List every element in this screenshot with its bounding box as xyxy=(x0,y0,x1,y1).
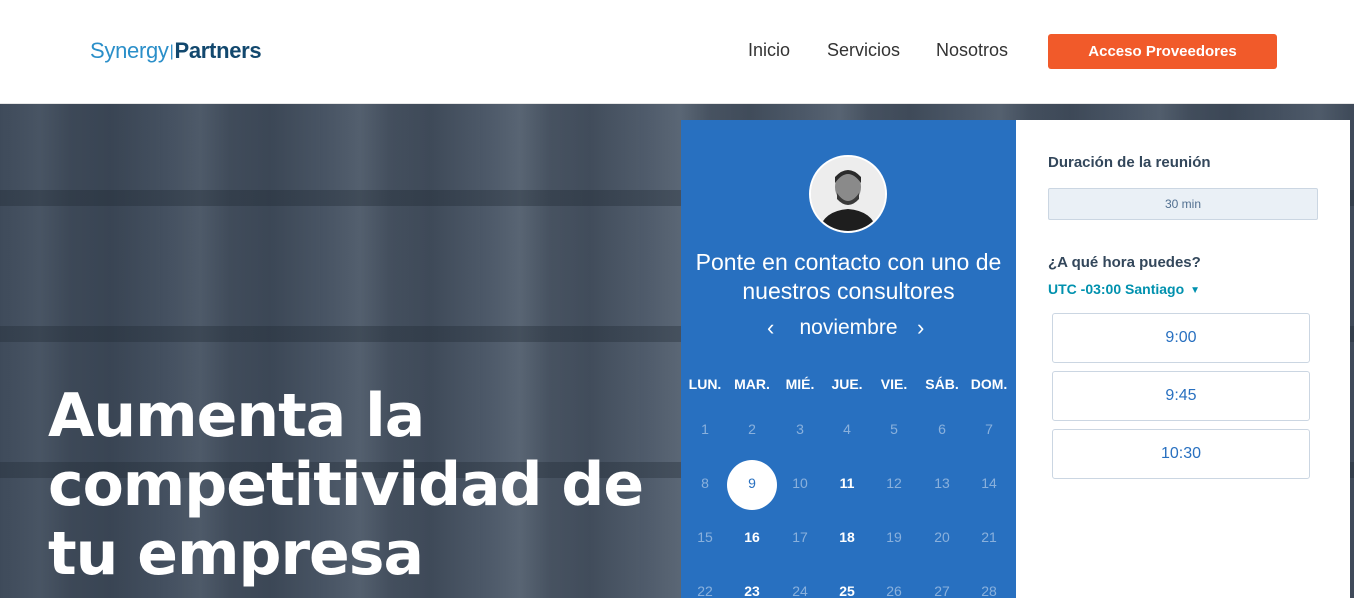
calendar-day-unavailable: 15 xyxy=(697,529,713,545)
calendar-day-unavailable: 26 xyxy=(886,583,902,598)
person-photo-icon xyxy=(811,157,885,231)
calendar-day-unavailable: 21 xyxy=(981,529,997,545)
calendar-day-unavailable: 2 xyxy=(748,421,756,437)
synergy-partners-logo[interactable]: Synergy|Partners xyxy=(90,38,262,64)
calendar-day-unavailable: 28 xyxy=(981,583,997,598)
time-selection-panel: Duración de la reunión 30 min ¿A qué hor… xyxy=(1016,120,1350,598)
nav-item-inicio[interactable]: Inicio xyxy=(748,40,790,61)
calendar-day-unavailable: 17 xyxy=(792,529,808,545)
calendar-day-available[interactable]: 18 xyxy=(824,529,870,545)
calendar-day-unavailable: 20 xyxy=(934,529,950,545)
weekday-label: VIE. xyxy=(880,376,908,392)
logo-text-synergy: Synergy xyxy=(90,38,169,63)
acceso-proveedores-button[interactable]: Acceso Proveedores xyxy=(1048,34,1277,69)
month-label: noviembre xyxy=(799,316,898,339)
weekday-label: MAR. xyxy=(734,376,770,392)
weekday-label: MIÉ. xyxy=(785,376,815,392)
calendar-panel: Ponte en contacto con uno de nuestros co… xyxy=(681,120,1016,598)
calendar-day-available[interactable]: 11 xyxy=(824,475,870,491)
time-slot-button[interactable]: 9:00 xyxy=(1052,313,1310,363)
duration-select[interactable]: 30 min xyxy=(1048,188,1318,220)
calendar-day-unavailable: 8 xyxy=(701,475,709,491)
weekday-label: JUE. xyxy=(831,376,863,392)
hero-title: Aumenta la competitividad de tu empresa xyxy=(48,381,644,589)
calendar-day-unavailable: 1 xyxy=(701,421,709,437)
calendar-day-unavailable: 5 xyxy=(890,421,898,437)
invite-title: Ponte en contacto con uno de nuestros co… xyxy=(695,249,1002,304)
calendar-day-unavailable: 6 xyxy=(938,421,946,437)
weekday-label: DOM. xyxy=(970,376,1008,392)
calendar-day-unavailable: 24 xyxy=(792,583,808,598)
calendar-day-unavailable: 13 xyxy=(934,475,950,491)
site-header: Synergy|Partners Inicio Servicios Nosotr… xyxy=(0,0,1354,104)
weekday-label: SÁB. xyxy=(925,376,959,392)
duration-label: Duración de la reunión xyxy=(1048,154,1211,171)
time-slot-button[interactable]: 10:30 xyxy=(1052,429,1310,479)
weekday-label: LUN. xyxy=(688,376,722,392)
calendar-day-unavailable: 12 xyxy=(886,475,902,491)
caret-down-icon: ▼ xyxy=(1190,285,1201,296)
nav-item-nosotros[interactable]: Nosotros xyxy=(936,40,1008,61)
calendar-day-available[interactable]: 25 xyxy=(824,583,870,598)
calendar-day-unavailable: 14 xyxy=(981,475,997,491)
meeting-booking-widget: Ponte en contacto con uno de nuestros co… xyxy=(681,120,1350,598)
calendar-day-unavailable: 10 xyxy=(792,475,808,491)
calendar-day-unavailable: 22 xyxy=(697,583,713,598)
chevron-right-icon[interactable]: › xyxy=(917,315,924,341)
logo-separator: | xyxy=(169,43,174,60)
consultant-avatar xyxy=(809,155,887,233)
calendar-day-unavailable: 27 xyxy=(934,583,950,598)
calendar-day-unavailable: 19 xyxy=(886,529,902,545)
calendar-day-unavailable: 7 xyxy=(985,421,993,437)
calendar-day-available[interactable]: 23 xyxy=(729,583,775,598)
timezone-label: UTC -03:00 Santiago xyxy=(1048,281,1185,297)
calendar-day-unavailable: 3 xyxy=(796,421,804,437)
time-slot-button[interactable]: 9:45 xyxy=(1052,371,1310,421)
logo-text-partners: Partners xyxy=(174,38,262,63)
month-navigation: ‹ noviembre › xyxy=(681,315,1016,345)
timezone-dropdown[interactable]: UTC -03:00 Santiago ▼ xyxy=(1048,281,1200,297)
calendar-day-unavailable: 4 xyxy=(843,421,851,437)
calendar-day-available[interactable]: 16 xyxy=(729,529,775,545)
nav-item-servicios[interactable]: Servicios xyxy=(827,40,900,61)
time-question-label: ¿A qué hora puedes? xyxy=(1048,254,1201,271)
calendar-day-selected[interactable]: 9 xyxy=(729,475,775,491)
